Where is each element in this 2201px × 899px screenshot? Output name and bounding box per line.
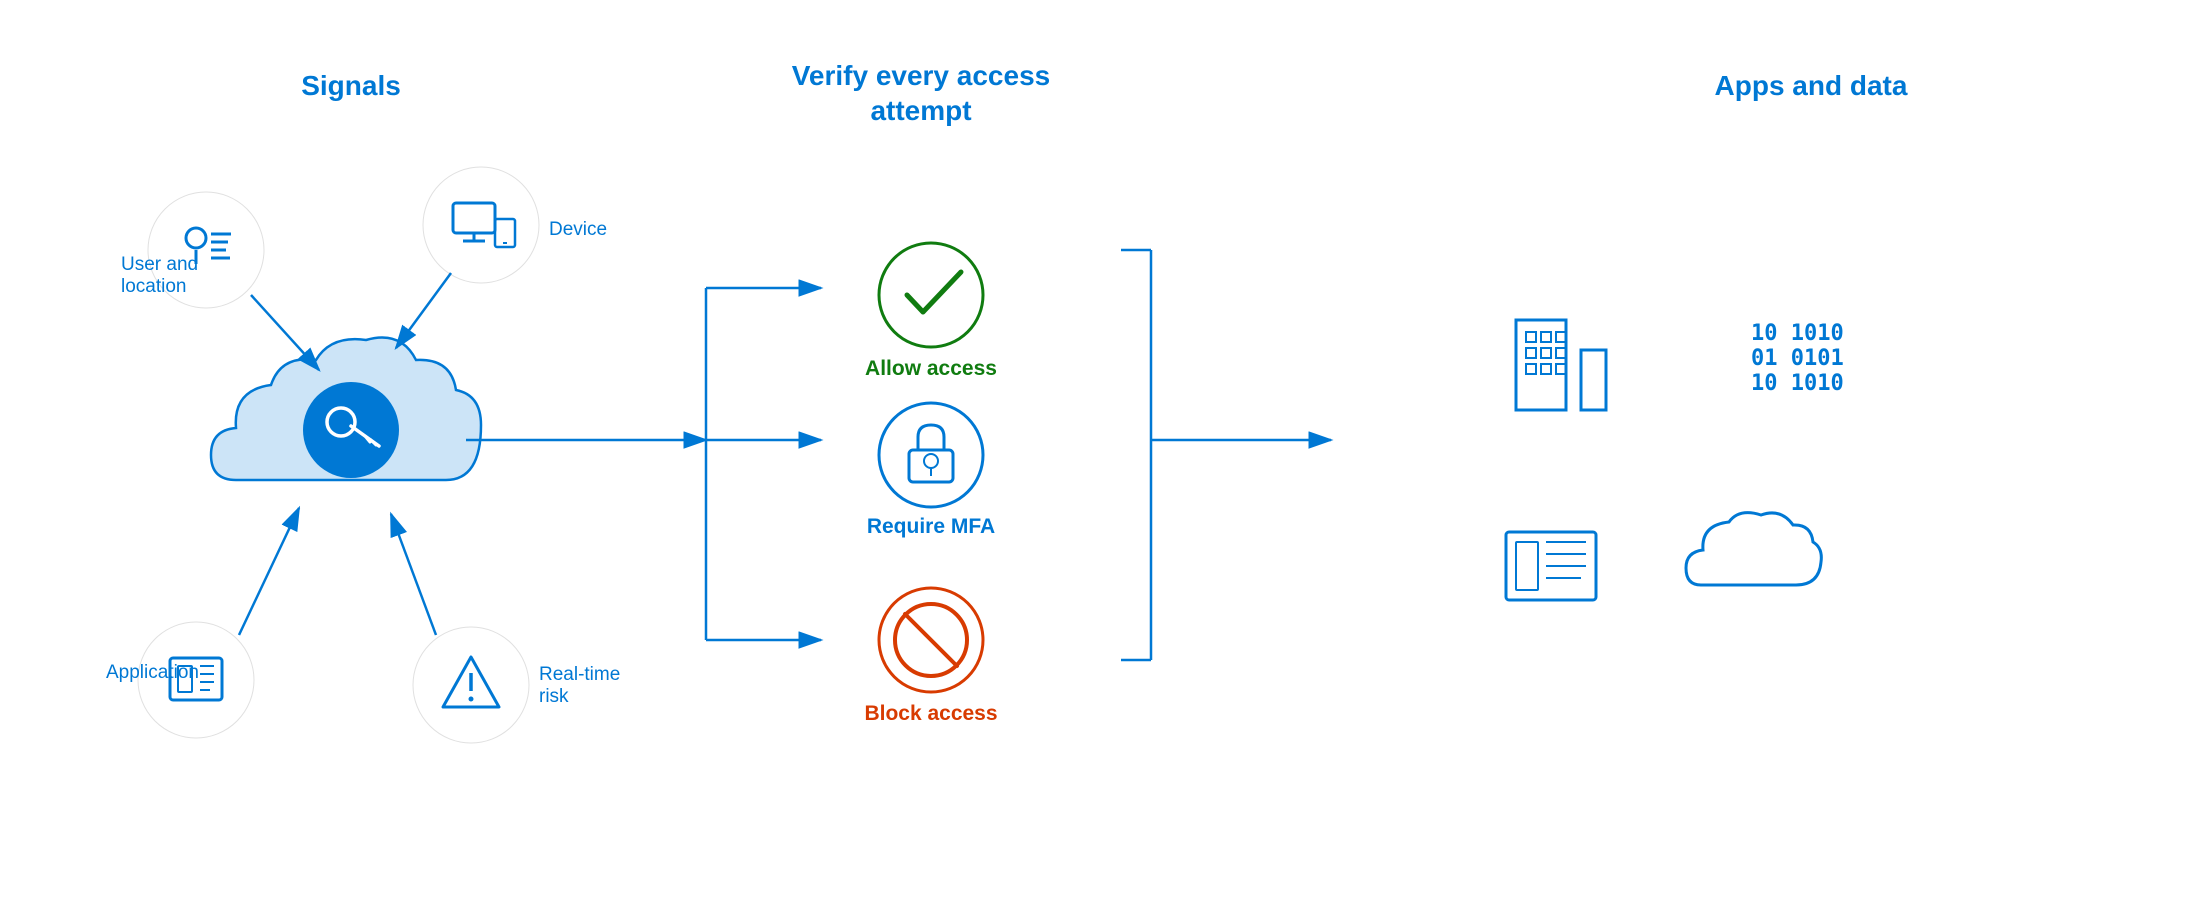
risk-icon [443,657,499,707]
verify-title-line1: Verify every access [791,60,1049,91]
device-label: Device [549,219,607,240]
user-label: User and [121,254,198,275]
mfa-label: Require MFA [866,515,994,538]
risk-label: Real-time [539,664,620,685]
signals-title: Signals [301,70,401,101]
user-circle [148,192,264,308]
risk-circle [413,627,529,743]
app-icon [170,658,222,700]
user-icon [186,228,231,264]
device-circle [423,167,539,283]
block-circle [879,588,983,692]
device-icon [453,203,515,247]
arrow-risk-cloud [391,514,436,635]
key-icon [327,408,379,446]
block-label: Block access [864,702,997,725]
apps-title: Apps and data [1714,70,1907,101]
cloud-path [211,337,481,480]
mfa-circle [879,403,983,507]
data-icon: 10 1010 01 0101 10 1010 [1751,321,1844,396]
risk-label2: risk [539,686,569,707]
arrow-user-cloud [251,295,319,370]
svg-text:01 0101: 01 0101 [1751,346,1844,371]
user-circle-bg [148,192,264,308]
mfa-icon [909,425,953,482]
arrow-app-cloud [239,508,299,635]
diagram-svg: Signals Verify every access attempt Apps… [51,40,2151,860]
block-symbol [895,604,967,676]
allow-circle [879,243,983,347]
building-icon [1516,320,1606,410]
user-label2: location [121,276,187,297]
app-label: Application [106,662,199,683]
verify-title-line2: attempt [870,95,971,126]
arrow-device-cloud [396,273,451,348]
svg-text:10 1010: 10 1010 [1751,371,1844,396]
cloud-data-icon [1686,512,1821,584]
allow-label: Allow access [865,357,997,380]
dashboard-icon [1506,532,1596,600]
block-line [905,614,957,666]
key-circle [303,382,399,478]
cloud-group [211,337,481,480]
check-icon [907,272,961,312]
app-circle [138,622,254,738]
svg-text:10 1010: 10 1010 [1751,321,1844,346]
diagram: Signals Verify every access attempt Apps… [51,40,2151,860]
